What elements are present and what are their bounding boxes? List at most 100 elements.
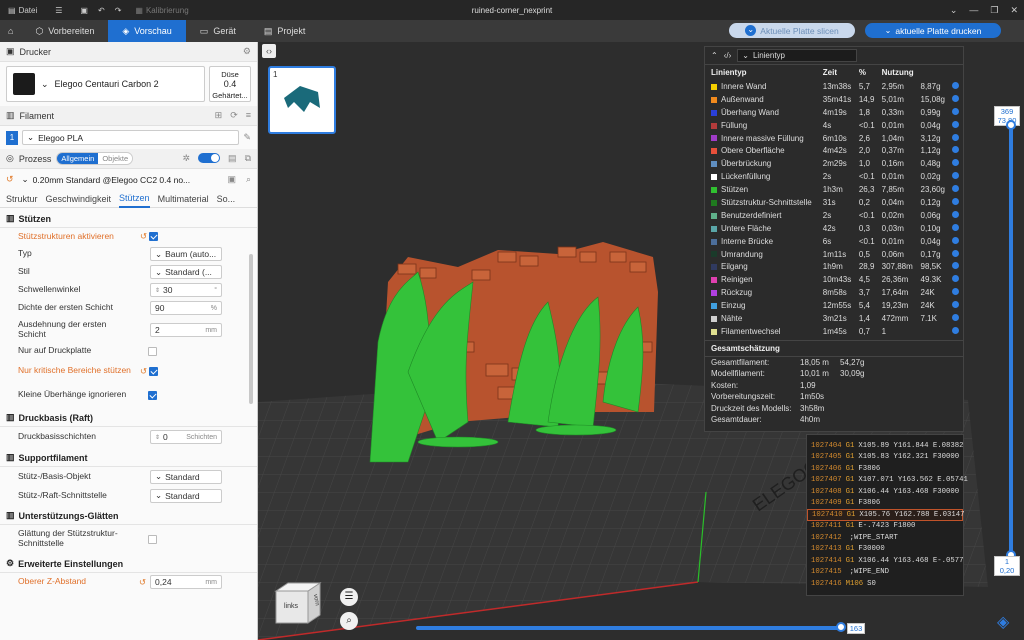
tab-prepare[interactable]: ⬡ Vorbereiten xyxy=(21,20,108,42)
visibility-eye-icon[interactable] xyxy=(952,197,960,205)
gcode-line[interactable]: 1027406 G1 F3806 xyxy=(807,463,963,475)
reset-icon[interactable]: ↺ xyxy=(6,174,14,185)
tab-structure[interactable]: Struktur xyxy=(6,194,38,204)
layer-slider-top-handle[interactable] xyxy=(1006,120,1016,130)
zoom-icon[interactable]: ⌕ xyxy=(340,612,358,630)
reset-icon[interactable]: ↺ xyxy=(139,577,146,588)
tab-preview[interactable]: ◈ Vorschau xyxy=(108,20,186,42)
visibility-eye-icon[interactable] xyxy=(952,146,960,154)
gcode-line[interactable]: 1027414 G1 X106.44 Y163.468 E-.0577 xyxy=(807,555,964,567)
reset-icon[interactable]: ↺ xyxy=(140,366,147,377)
visibility-eye-icon[interactable] xyxy=(952,120,960,128)
visibility-eye-icon[interactable] xyxy=(952,107,960,115)
visibility-eye-icon[interactable] xyxy=(952,81,960,89)
minimize-icon[interactable]: — xyxy=(969,5,978,15)
sidebar-scrollbar[interactable] xyxy=(249,254,253,404)
navigation-cube[interactable]: links vorn xyxy=(272,577,322,625)
support-ironing-checkbox[interactable] xyxy=(148,534,157,544)
reset-icon[interactable]: ↺ xyxy=(140,231,147,242)
edit-filament-icon[interactable]: ✎ xyxy=(243,132,251,143)
copy-icon[interactable]: ⧉ xyxy=(245,153,251,164)
layer-slider[interactable] xyxy=(1009,122,1013,562)
visibility-eye-icon[interactable] xyxy=(952,301,960,309)
gcode-line[interactable]: 1027415 ;WIPE_END xyxy=(807,567,963,579)
support-style-select[interactable]: ⌄ Standard (... xyxy=(150,265,222,279)
process-profile-selector[interactable]: ⌄ 0.20mm Standard @Elegoo CC2 0.4 no... xyxy=(18,172,224,187)
undo-icon[interactable]: ↶ xyxy=(98,6,105,15)
visibility-eye-icon[interactable] xyxy=(952,236,960,244)
gcode-line[interactable]: 1027412 ;WIPE_START xyxy=(807,532,963,544)
tab-support[interactable]: Stützen xyxy=(119,190,150,208)
threshold-angle-input[interactable]: ⇕ 30 ° xyxy=(150,283,222,297)
tab-device[interactable]: ▭ Gerät xyxy=(186,20,250,42)
enable-support-checkbox[interactable] xyxy=(149,232,159,241)
dropdown-icon[interactable]: ⌄ xyxy=(950,5,958,16)
stepper-icon[interactable]: ⇕ xyxy=(155,434,160,441)
filament-selector[interactable]: ⌄ Elegoo PLA xyxy=(22,130,240,145)
settings-icon[interactable]: ⚙ xyxy=(243,46,251,57)
file-menu[interactable]: ▤ Datei xyxy=(8,6,37,15)
gcode-line[interactable]: 1027405 G1 X105.83 Y162.321 F30000 xyxy=(807,452,963,464)
process-scope-toggle[interactable]: Allgemein Objekte xyxy=(56,152,134,165)
visibility-eye-icon[interactable] xyxy=(952,133,960,141)
save-profile-icon[interactable]: ▣ xyxy=(227,174,236,185)
gcode-line[interactable]: 1027411 G1 E-.7423 F1800 xyxy=(807,521,963,533)
close-icon[interactable]: ✕ xyxy=(1010,5,1018,16)
printer-selector[interactable]: ⌄ Elegoo Centauri Carbon 2 xyxy=(6,66,205,102)
raft-layers-input[interactable]: ⇕ 0 Schichten xyxy=(150,430,222,444)
gcode-line[interactable]: 1027416 M106 S0 xyxy=(807,578,963,590)
top-z-distance-input[interactable]: 0,24 mm xyxy=(150,575,222,589)
save-icon[interactable]: ▣ xyxy=(80,6,88,15)
visibility-eye-icon[interactable] xyxy=(952,275,960,283)
gcode-line[interactable]: 1027408 G1 X106.44 Y163.468 F30000 xyxy=(807,486,963,498)
first-layer-expansion-input[interactable]: 2 mm xyxy=(150,323,222,337)
visibility-eye-icon[interactable] xyxy=(952,172,960,180)
visibility-eye-icon[interactable] xyxy=(952,262,960,270)
visibility-eye-icon[interactable] xyxy=(952,210,960,218)
support-base-object-select[interactable]: ⌄ Standard xyxy=(150,469,222,484)
maximize-icon[interactable]: ❐ xyxy=(990,5,998,16)
ignore-small-overhangs-checkbox[interactable] xyxy=(148,390,157,400)
advanced-icon[interactable]: ✲ xyxy=(183,153,191,164)
tab-speed[interactable]: Geschwindigkeit xyxy=(46,194,112,204)
toggle-general[interactable]: Allgemein xyxy=(57,153,99,164)
search-icon[interactable]: ⌕ xyxy=(246,174,251,185)
support-raft-interface-select[interactable]: ⌄ Standard xyxy=(150,488,222,503)
visibility-eye-icon[interactable] xyxy=(952,288,960,296)
collapse-sidebar-icon[interactable]: ‹› xyxy=(262,44,276,58)
home-icon[interactable]: ⌂ xyxy=(0,20,21,42)
visibility-eye-icon[interactable] xyxy=(952,326,960,334)
redo-icon[interactable]: ↷ xyxy=(115,6,122,15)
calibration-menu[interactable]: ▦ Kalibrierung xyxy=(135,6,188,15)
layers-toggle-icon[interactable]: ◈ xyxy=(997,612,1015,631)
buildplate-only-checkbox[interactable] xyxy=(148,346,157,356)
gcode-line[interactable]: 1027409 G1 F3806 xyxy=(807,498,963,510)
critical-regions-checkbox[interactable] xyxy=(149,366,159,376)
nozzle-selector[interactable]: Düse 0.4 Gehärtet... xyxy=(209,66,251,102)
tab-others[interactable]: So... xyxy=(217,194,236,204)
print-plate-button[interactable]: ⌄ aktuelle Platte drucken xyxy=(865,23,1001,38)
tab-multimaterial[interactable]: Multimaterial xyxy=(158,194,209,204)
visibility-eye-icon[interactable] xyxy=(952,94,960,102)
advanced-toggle[interactable] xyxy=(198,153,221,163)
gcode-line[interactable]: 1027413 G1 F30000 xyxy=(807,544,963,556)
first-layer-density-input[interactable]: 90% xyxy=(150,301,222,315)
menu-icon[interactable]: ☰ xyxy=(340,588,358,606)
add-filament-icon[interactable]: ⊞ xyxy=(215,110,223,121)
code-icon[interactable]: ‹/› xyxy=(724,51,732,60)
slice-plate-button[interactable]: ⌄ Aktuelle Platte slicen xyxy=(729,23,855,38)
visibility-eye-icon[interactable] xyxy=(952,223,960,231)
collapse-icon[interactable]: ⌃ xyxy=(711,51,718,60)
support-type-select[interactable]: ⌄ Baum (auto... xyxy=(150,247,222,261)
visibility-eye-icon[interactable] xyxy=(952,249,960,257)
menu-icon[interactable]: ☰ xyxy=(55,6,62,15)
stepper-icon[interactable]: ⇕ xyxy=(155,287,160,294)
tab-project[interactable]: ▤ Projekt xyxy=(250,20,320,42)
edit-icon[interactable]: ≡ xyxy=(246,110,251,121)
list-icon[interactable]: ▤ xyxy=(228,153,237,164)
gcode-line[interactable]: 1027404 G1 X105.89 Y161.844 E.08382 xyxy=(807,440,964,452)
visibility-eye-icon[interactable] xyxy=(952,185,960,193)
view-type-select[interactable]: ⌄ Linientyp xyxy=(737,49,858,62)
visibility-eye-icon[interactable] xyxy=(952,313,960,321)
move-slider[interactable] xyxy=(416,626,840,630)
